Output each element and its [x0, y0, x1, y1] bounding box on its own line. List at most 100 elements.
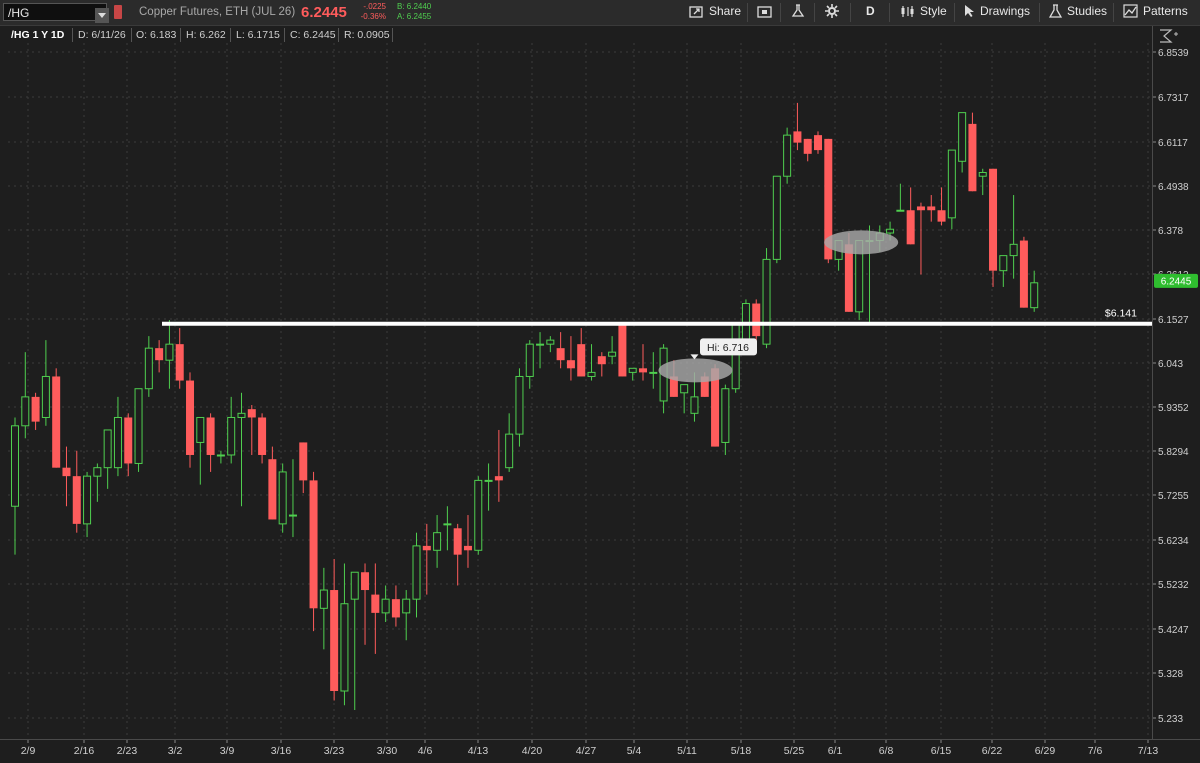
time-tick-label: 2/9 [21, 745, 36, 757]
candle-5/5 [638, 368, 647, 373]
share-button[interactable]: Share [689, 4, 741, 18]
candle-2/20 [103, 429, 112, 469]
candle-5/27 [803, 138, 812, 154]
price-tick-label: 6.378 [1158, 226, 1183, 237]
axis-settings-icon[interactable] [1160, 29, 1178, 43]
style-label: Style [920, 4, 947, 18]
patterns-icon [1123, 4, 1138, 18]
candle-undefined [1019, 240, 1028, 308]
candle-5/21 [762, 258, 771, 345]
support-line-label: $6.141 [1105, 308, 1137, 320]
time-tick-label: 3/30 [377, 745, 398, 757]
candle-6/11 [916, 206, 925, 211]
time-tick-label: 5/25 [784, 745, 805, 757]
candle-6/10 [906, 210, 915, 245]
price-tick-label: 6.4938 [1158, 182, 1189, 193]
price-tick-label: 6.8539 [1158, 48, 1189, 59]
price-tick-label: 5.233 [1158, 714, 1183, 725]
current-price-label: 6.2445 [1161, 276, 1192, 287]
period-button[interactable]: D [866, 4, 875, 18]
info-low: L: 6.1715 [233, 28, 285, 42]
high-marker-label: Hi: 6.716 [707, 342, 749, 354]
candle-5/4 [628, 367, 637, 373]
candle-4/15 [494, 476, 503, 481]
candle-undefined [927, 206, 936, 211]
time-tick-label: 2/16 [74, 745, 95, 757]
cursor-arrow-icon [965, 5, 974, 17]
net-change-percent: -0.36% [360, 12, 386, 21]
price-tick-label: 6.1527 [1158, 315, 1189, 326]
chevron-down-icon[interactable] [95, 8, 109, 23]
price-tick-label: 5.328 [1158, 669, 1183, 680]
candle-4/14 [484, 479, 493, 482]
ohlc-info-bar: /HG 1 Y 1D D: 6/11/26 O: 6.183 H: 6.262 … [0, 26, 1150, 43]
candle-5/28 [814, 135, 823, 151]
info-open: O: 6.183 [133, 28, 181, 42]
price-chart[interactable]: $6.141 Hi: 6.716 [0, 43, 1152, 739]
share-icon [689, 6, 703, 18]
price-axis[interactable]: 6.85396.73176.61176.49386.3786.26126.152… [1152, 26, 1200, 739]
time-tick-label: 5/11 [677, 745, 697, 757]
candle-4/6 [422, 545, 431, 551]
highlight-ellipse-1[interactable] [658, 358, 733, 383]
studies-button[interactable]: Studies [1048, 4, 1108, 18]
time-tick-label: 6/22 [982, 745, 1003, 757]
candle-3/6 [206, 417, 215, 455]
net-change: -.0225 -0.36% [356, 2, 386, 22]
current-price-tag: 6.2445 [1154, 273, 1198, 288]
price-tick-label: 5.8294 [1158, 447, 1189, 458]
candle-3/2 [165, 343, 174, 361]
flask-icon [1048, 4, 1063, 18]
gear-icon [825, 4, 839, 18]
candle-5/26 [793, 131, 802, 143]
studies-label: Studies [1067, 4, 1108, 18]
chart-symbol-period: /HG 1 Y 1D [8, 28, 73, 42]
time-tick-label: 2/23 [117, 745, 138, 757]
candle-undefined [1009, 243, 1018, 257]
candle-2/25 [134, 388, 143, 464]
price-tick-label: 5.4247 [1158, 625, 1189, 636]
candle-5/11 [680, 384, 689, 394]
candle-3/11 [237, 412, 246, 418]
candle-5/12 [690, 396, 699, 414]
candle-3/16 [268, 459, 277, 520]
candle-4/21 [536, 343, 545, 346]
time-tick-label: 3/2 [168, 745, 183, 757]
highlight-ellipse-2[interactable] [824, 230, 899, 255]
candle-4/1 [391, 599, 400, 618]
symbol-selector[interactable]: /HG [3, 3, 109, 23]
drawings-button[interactable]: Drawings [963, 4, 1030, 18]
time-axis[interactable]: 2/9 2/16 2/23 3/2 3/9 3/16 3/23 3/30 4/6 4/13 4/20… [0, 739, 1200, 762]
time-tick-label: 7/13 [1138, 745, 1159, 757]
flag-icon[interactable] [114, 5, 122, 19]
style-button[interactable]: Style [900, 4, 947, 18]
settings-button[interactable] [825, 4, 844, 18]
candle-2/27 [155, 348, 164, 361]
patterns-button[interactable]: Patterns [1123, 4, 1188, 18]
time-axis-ticks: 2/9 2/16 2/23 3/2 3/9 3/16 3/23 3/30 4/6 4/13 4/20… [21, 740, 1159, 757]
candle-4/2 [402, 598, 411, 614]
candle-undefined [999, 255, 1008, 272]
candle-4/9 [453, 528, 462, 555]
info-date: D: 6/11/26 [75, 28, 132, 42]
candle-undefined [1030, 282, 1039, 309]
candle-6/9 [896, 209, 905, 212]
candle-4/30 [608, 351, 617, 357]
time-tick-label: 6/15 [931, 745, 952, 757]
candle-6/8 [886, 228, 895, 234]
candle-4/13 [474, 479, 483, 551]
candles [11, 102, 1039, 710]
candle-3/26 [350, 571, 359, 600]
price-tick-label: 6.6117 [1158, 138, 1188, 149]
lab-button[interactable] [791, 4, 810, 18]
candle-2/19 [93, 467, 102, 477]
drawings-label: Drawings [980, 4, 1031, 18]
price-tick-label: 5.5232 [1158, 580, 1189, 591]
snapshot-button[interactable] [757, 4, 778, 18]
candle-2/18 [83, 475, 92, 525]
flask-icon [791, 4, 805, 17]
candle-3/5 [196, 416, 205, 443]
candle-3/31 [381, 598, 390, 614]
instrument-description: Copper Futures, ETH (JUL 26) [139, 6, 296, 18]
candle-4/27 [577, 344, 586, 377]
